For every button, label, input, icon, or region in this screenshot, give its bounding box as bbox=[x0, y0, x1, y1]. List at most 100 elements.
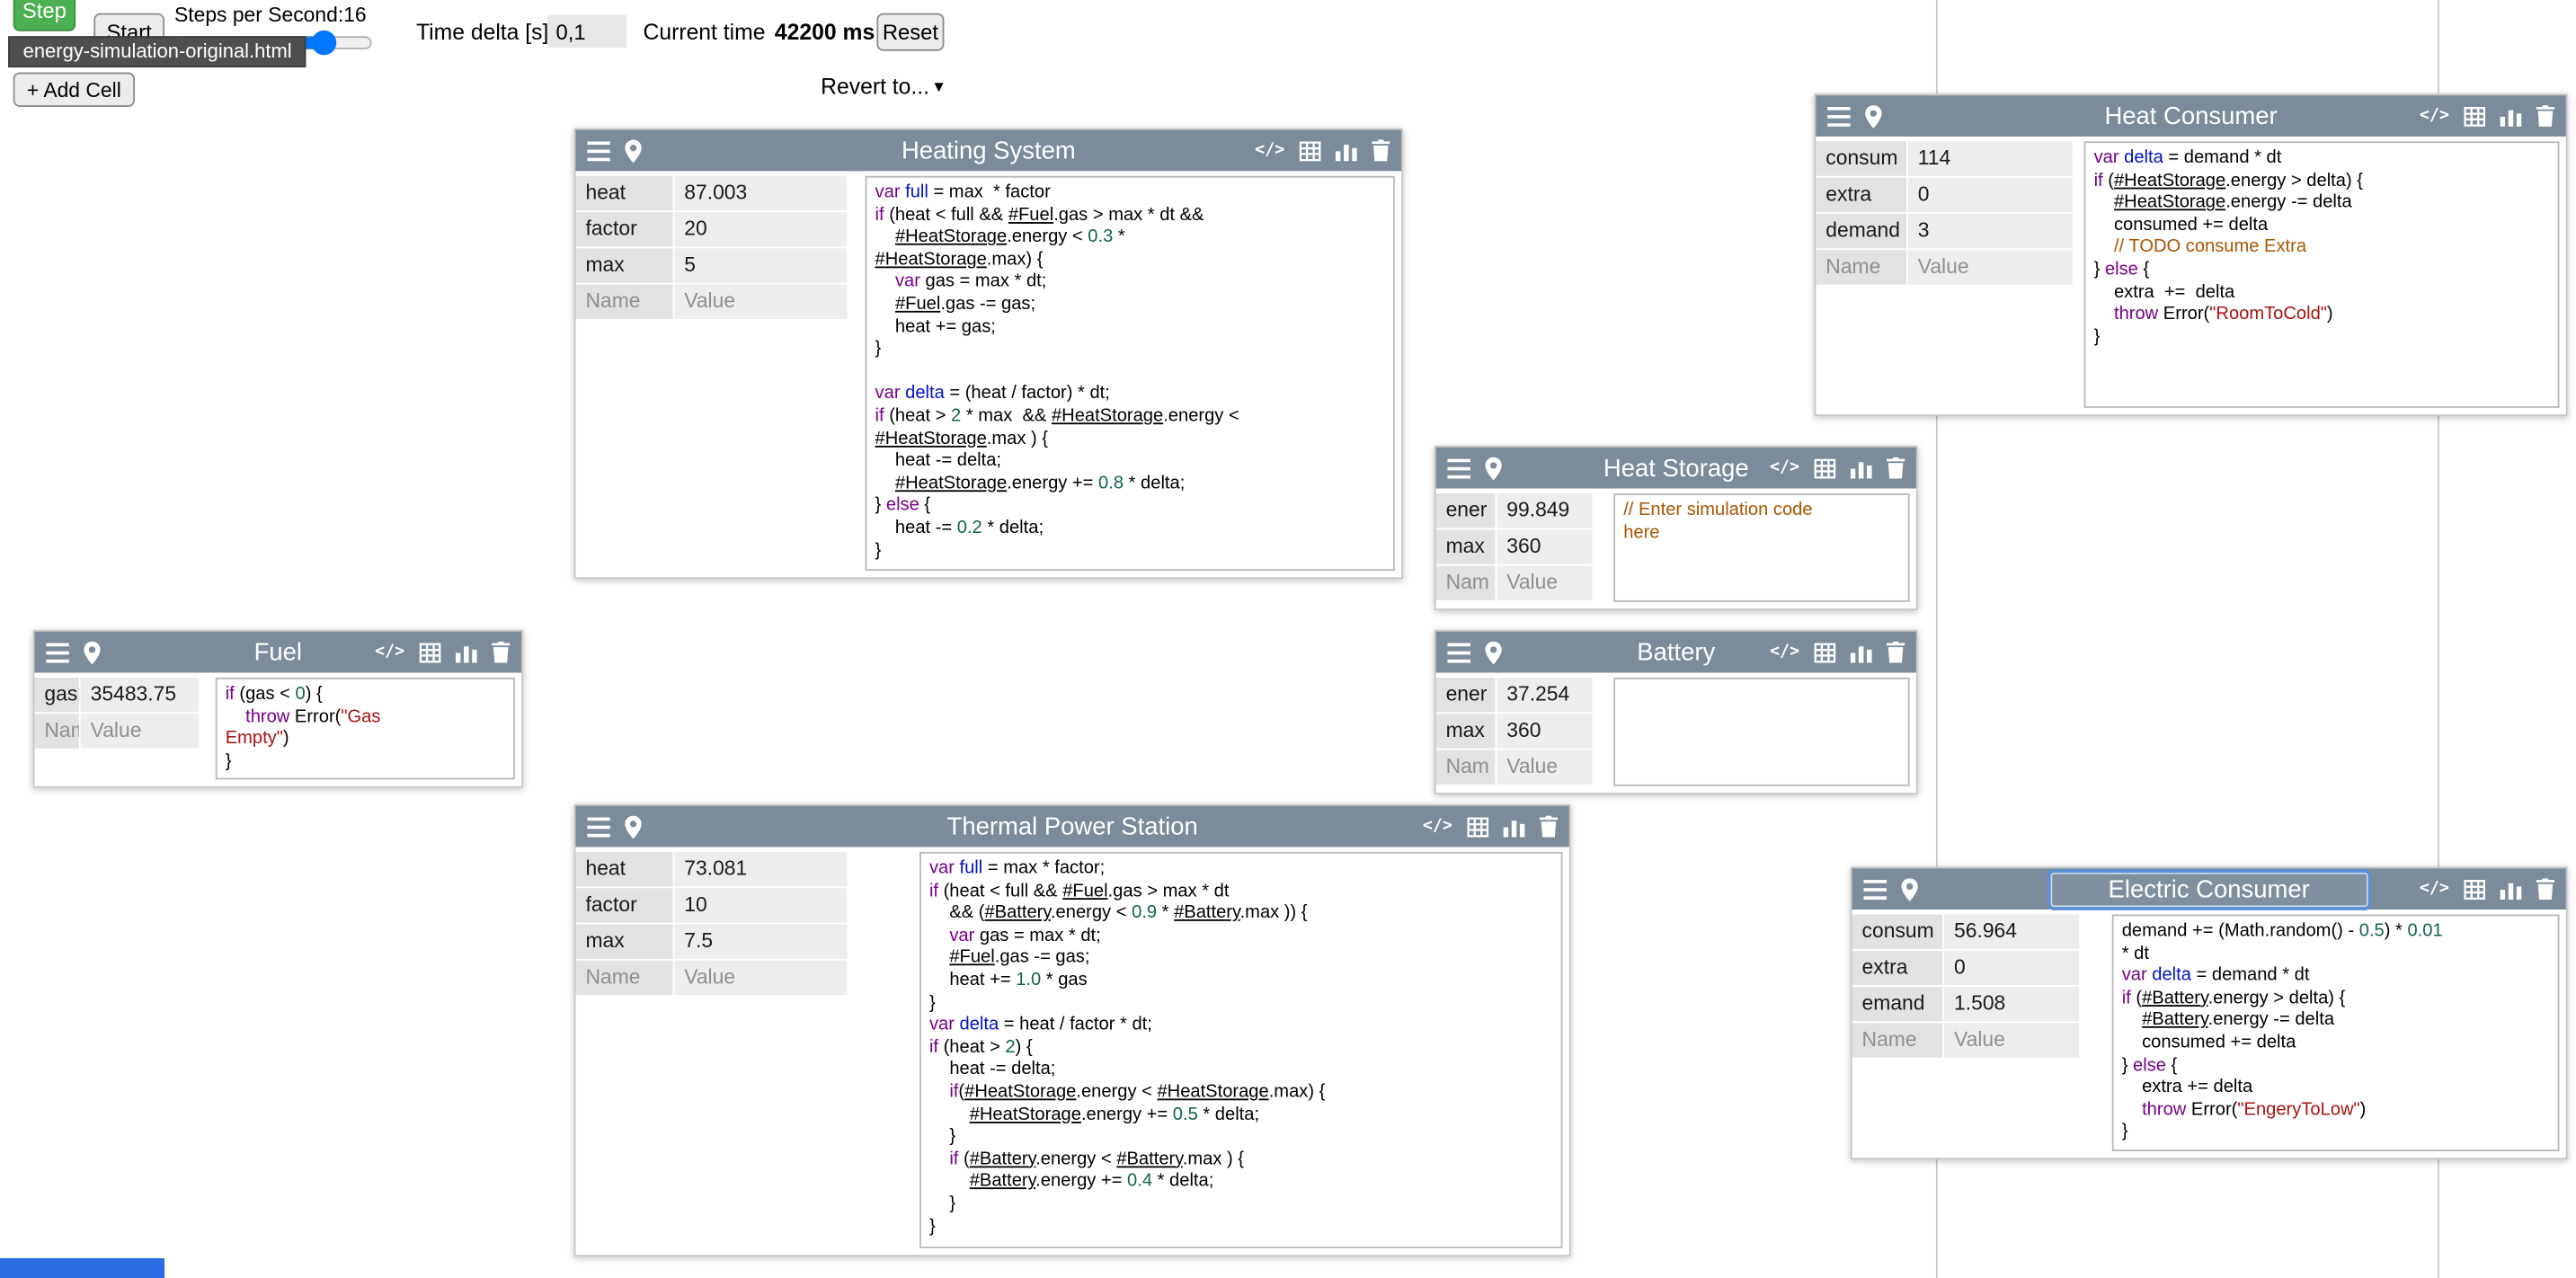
code-editor[interactable]: // Enter simulation codehere bbox=[1613, 493, 1909, 602]
code-view-icon[interactable]: </> bbox=[1255, 140, 1284, 160]
code-editor[interactable]: var full = max * factorif (heat < full &… bbox=[866, 176, 1395, 571]
trash-icon[interactable] bbox=[1372, 140, 1390, 162]
variable-value-input[interactable]: 360 bbox=[1497, 714, 1592, 748]
location-pin-icon[interactable] bbox=[84, 641, 100, 664]
variable-name-input[interactable]: heat bbox=[576, 852, 673, 886]
table-view-icon[interactable] bbox=[1814, 643, 1835, 662]
variable-name-input[interactable]: Name bbox=[576, 961, 673, 995]
card-title[interactable]: Heat Storage bbox=[1603, 454, 1749, 482]
variable-value-input[interactable]: 7.5 bbox=[674, 924, 847, 958]
variable-name-input[interactable]: max bbox=[1436, 529, 1496, 564]
code-editor[interactable] bbox=[1613, 678, 1909, 786]
variable-name-input[interactable]: max bbox=[576, 248, 673, 282]
variable-value-input[interactable]: 37.254 bbox=[1497, 678, 1592, 712]
variable-value-input[interactable]: Value bbox=[1908, 250, 2073, 284]
bar-chart-icon[interactable] bbox=[456, 643, 477, 662]
table-view-icon[interactable] bbox=[2464, 879, 2485, 899]
table-view-icon[interactable] bbox=[2464, 106, 2485, 126]
step-button[interactable]: Step bbox=[13, 0, 76, 31]
variable-value-input[interactable]: 1.508 bbox=[1944, 987, 2079, 1021]
variable-name-input[interactable]: consum bbox=[1852, 914, 1943, 948]
code-view-icon[interactable]: </> bbox=[1770, 458, 1799, 478]
variable-value-input[interactable]: 35483.75 bbox=[81, 678, 200, 712]
hamburger-menu-icon[interactable] bbox=[1863, 879, 1887, 899]
variable-name-input[interactable]: Nam bbox=[1436, 750, 1496, 784]
table-view-icon[interactable] bbox=[1300, 140, 1321, 160]
variable-name-input[interactable]: heat bbox=[576, 176, 673, 210]
variable-value-input[interactable]: 5 bbox=[674, 248, 847, 282]
variable-name-input[interactable]: max bbox=[576, 924, 673, 958]
location-pin-icon[interactable] bbox=[1485, 457, 1501, 480]
code-editor[interactable]: var delta = demand * dtif (#HeatStorage.… bbox=[2084, 141, 2560, 407]
location-pin-icon[interactable] bbox=[1485, 641, 1501, 664]
hamburger-menu-icon[interactable] bbox=[587, 140, 610, 160]
card-title[interactable]: Fuel bbox=[254, 638, 302, 666]
code-view-icon[interactable]: </> bbox=[2420, 106, 2449, 126]
code-view-icon[interactable]: </> bbox=[1423, 817, 1452, 837]
variable-value-input[interactable]: 0 bbox=[1944, 951, 2079, 985]
location-pin-icon[interactable] bbox=[1865, 104, 1881, 128]
trash-icon[interactable] bbox=[1887, 457, 1905, 479]
variable-value-input[interactable]: Value bbox=[674, 285, 847, 319]
trash-icon[interactable] bbox=[1887, 642, 1905, 663]
variable-name-input[interactable]: extra bbox=[1852, 951, 1943, 985]
location-pin-icon[interactable] bbox=[625, 139, 641, 163]
variable-value-input[interactable]: 99.849 bbox=[1497, 493, 1592, 528]
variable-value-input[interactable]: 0 bbox=[1908, 178, 2073, 212]
variable-value-input[interactable]: 114 bbox=[1908, 141, 2073, 175]
bar-chart-icon[interactable] bbox=[2500, 106, 2522, 126]
reset-button[interactable]: Reset bbox=[876, 13, 944, 51]
variable-name-input[interactable]: gas bbox=[34, 678, 78, 712]
variable-value-input[interactable]: Value bbox=[1497, 750, 1592, 784]
time-delta-input[interactable] bbox=[547, 14, 626, 48]
variable-value-input[interactable]: 3 bbox=[1908, 214, 2073, 248]
hamburger-menu-icon[interactable] bbox=[46, 643, 69, 662]
variable-value-input[interactable]: 87.003 bbox=[674, 176, 847, 210]
variable-name-input[interactable]: extra bbox=[1816, 178, 1906, 212]
variable-value-input[interactable]: 10 bbox=[674, 888, 847, 922]
variable-name-input[interactable]: demand bbox=[1816, 214, 1906, 248]
code-view-icon[interactable]: </> bbox=[2420, 879, 2449, 899]
hamburger-menu-icon[interactable] bbox=[1827, 106, 1851, 126]
location-pin-icon[interactable] bbox=[1901, 877, 1917, 901]
code-view-icon[interactable]: </> bbox=[375, 643, 404, 662]
revert-dropdown[interactable]: Revert to... ▾ bbox=[821, 74, 943, 98]
variable-name-input[interactable]: factor bbox=[576, 888, 673, 922]
variable-name-input[interactable]: ener bbox=[1436, 678, 1496, 712]
trash-icon[interactable] bbox=[1540, 816, 1558, 838]
table-view-icon[interactable] bbox=[1467, 817, 1488, 837]
bar-chart-icon[interactable] bbox=[1851, 643, 1872, 662]
code-view-icon[interactable]: </> bbox=[1770, 643, 1799, 662]
bar-chart-icon[interactable] bbox=[1504, 817, 1525, 837]
variable-value-input[interactable]: 20 bbox=[674, 212, 847, 246]
hamburger-menu-icon[interactable] bbox=[1447, 458, 1470, 478]
variable-name-input[interactable]: Name bbox=[1816, 250, 1906, 284]
code-editor[interactable]: demand += (Math.random() - 0.5) * 0.01* … bbox=[2112, 914, 2560, 1151]
trash-icon[interactable] bbox=[2536, 878, 2554, 900]
bar-chart-icon[interactable] bbox=[1336, 140, 1357, 160]
location-pin-icon[interactable] bbox=[625, 815, 641, 839]
card-title[interactable]: Electric Consumer bbox=[2051, 872, 2367, 906]
variable-name-input[interactable]: ener bbox=[1436, 493, 1496, 528]
code-editor[interactable]: var full = max * factor;if (heat < full … bbox=[919, 852, 1563, 1248]
bar-chart-icon[interactable] bbox=[1851, 458, 1872, 478]
variable-name-input[interactable]: Name bbox=[576, 285, 673, 319]
variable-name-input[interactable]: Name bbox=[1852, 1023, 1943, 1057]
card-title[interactable]: Heating System bbox=[902, 137, 1076, 164]
table-view-icon[interactable] bbox=[420, 643, 441, 662]
trash-icon[interactable] bbox=[492, 642, 510, 663]
variable-name-input[interactable]: emand bbox=[1852, 987, 1943, 1021]
variable-name-input[interactable]: Nam bbox=[34, 714, 78, 748]
variable-value-input[interactable]: Value bbox=[81, 714, 200, 748]
variable-value-input[interactable]: 360 bbox=[1497, 529, 1592, 564]
variable-value-input[interactable]: Value bbox=[1497, 566, 1592, 600]
variable-value-input[interactable]: Value bbox=[1944, 1023, 2079, 1057]
bar-chart-icon[interactable] bbox=[2500, 879, 2522, 899]
variable-value-input[interactable]: Value bbox=[674, 961, 847, 995]
variable-name-input[interactable]: Nam bbox=[1436, 566, 1496, 600]
card-title[interactable]: Thermal Power Station bbox=[947, 812, 1198, 840]
variable-name-input[interactable]: max bbox=[1436, 714, 1496, 748]
card-title[interactable]: Battery bbox=[1637, 638, 1715, 666]
variable-value-input[interactable]: 73.081 bbox=[674, 852, 847, 886]
add-cell-button[interactable]: + Add Cell bbox=[13, 73, 135, 107]
